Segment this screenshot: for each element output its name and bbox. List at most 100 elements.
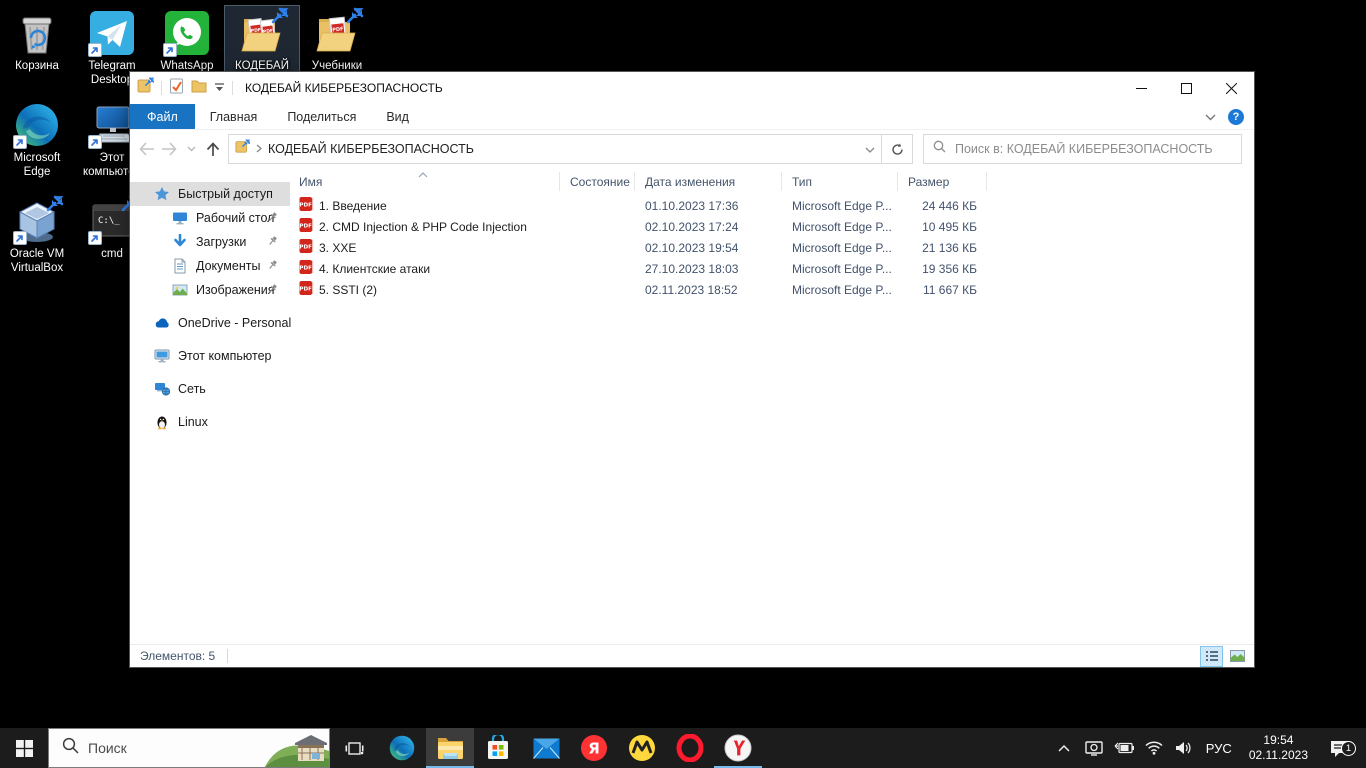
customize-qat-button[interactable]	[214, 79, 225, 97]
start-button[interactable]	[0, 728, 48, 768]
file-row[interactable]: PDF3. XXE 02.10.2023 19:54 Microsoft Edg…	[290, 237, 1254, 258]
tab-file[interactable]: Файл	[130, 104, 195, 129]
titlebar[interactable]: КОДЕБАЙ КИБЕРБЕЗОПАСНОСТЬ	[130, 72, 1254, 104]
new-folder-button[interactable]	[191, 79, 207, 98]
window-title: КОДЕБАЙ КИБЕРБЕЗОПАСНОСТЬ	[245, 81, 443, 95]
address-dropdown-icon[interactable]	[865, 140, 875, 158]
taskbar-yandex-icon[interactable]: Я	[570, 728, 618, 768]
sidebar-item-onedrive[interactable]: OneDrive - Personal	[130, 311, 290, 335]
desktop-icon-virtualbox[interactable]: Oracle VM VirtualBox	[0, 194, 74, 278]
taskbar-opera-icon[interactable]	[666, 728, 714, 768]
file-size: 19 356 КБ	[898, 262, 987, 276]
breadcrumb[interactable]: КОДЕБАЙ КИБЕРБЕЗОПАСНОСТЬ	[268, 142, 474, 156]
forward-button[interactable]	[158, 135, 180, 163]
desktop-icon-whatsapp[interactable]: WhatsApp	[150, 6, 224, 76]
sidebar-item-linux[interactable]: Linux	[130, 410, 290, 434]
file-name: 5. SSTI (2)	[319, 283, 377, 297]
sidebar-item-desktop[interactable]: Рабочий стол	[130, 206, 290, 230]
desktop-icon-label: Корзина	[15, 60, 59, 74]
taskbar-yandex-browser-icon[interactable]	[714, 728, 762, 768]
column-header-size[interactable]: Размер	[898, 172, 987, 191]
navigation-pane: Быстрый доступ Рабочий стол Загрузки Док…	[130, 168, 290, 644]
search-highlight-image[interactable]	[265, 729, 329, 767]
svg-text:PDF: PDF	[299, 245, 312, 251]
sidebar-item-documents[interactable]: Документы	[130, 254, 290, 278]
close-button[interactable]	[1209, 72, 1254, 104]
file-row[interactable]: PDF1. Введение 01.10.2023 17:36 Microsof…	[290, 195, 1254, 216]
show-hidden-icons-chevron[interactable]	[1053, 736, 1075, 760]
maximize-button[interactable]	[1164, 72, 1209, 104]
sidebar-item-label: Linux	[178, 415, 208, 429]
minimize-button[interactable]	[1119, 72, 1164, 104]
pin-icon	[267, 259, 278, 274]
file-name: 2. CMD Injection & PHP Code Injection	[319, 220, 527, 234]
file-row[interactable]: PDF4. Клиентские атаки 27.10.2023 18:03 …	[290, 258, 1254, 279]
expand-ribbon-button[interactable]	[1205, 108, 1216, 126]
volume-icon[interactable]	[1173, 736, 1195, 760]
sidebar-item-label: OneDrive - Personal	[178, 316, 291, 330]
search-input[interactable]	[955, 142, 1232, 156]
column-header-type[interactable]: Тип	[782, 172, 898, 191]
shortcut-arrow-icon	[88, 135, 102, 149]
svg-text:PDF: PDF	[299, 203, 312, 209]
sidebar-item-downloads[interactable]: Загрузки	[130, 230, 290, 254]
svg-text:PDF: PDF	[332, 26, 344, 33]
sidebar-item-pictures[interactable]: Изображения	[130, 278, 290, 302]
recent-locations-button[interactable]	[180, 135, 202, 163]
file-row[interactable]: PDF5. SSTI (2) 02.11.2023 18:52 Microsof…	[290, 279, 1254, 300]
desktop-icon-uchebniki[interactable]: PDF Учебники	[300, 6, 374, 76]
wifi-icon[interactable]	[1143, 736, 1165, 760]
tab-view[interactable]: Вид	[371, 104, 424, 129]
taskbar-store-icon[interactable]	[474, 728, 522, 768]
this-pc-icon	[88, 101, 136, 149]
file-row[interactable]: PDF 2. CMD Injection & PHP Code Injection…	[290, 216, 1254, 237]
svg-text:PDF: PDF	[299, 224, 312, 230]
thumbnails-view-button[interactable]	[1227, 647, 1248, 666]
taskbar-search[interactable]	[48, 728, 330, 768]
shortcut-arrow-icon	[163, 43, 177, 57]
downloads-icon	[172, 234, 188, 250]
file-size: 10 495 КБ	[898, 220, 987, 234]
language-indicator[interactable]: РУС	[1203, 741, 1235, 756]
up-button[interactable]	[202, 135, 224, 163]
refresh-button[interactable]	[882, 134, 913, 164]
address-bar[interactable]: КОДЕБАЙ КИБЕРБЕЗОПАСНОСТЬ	[228, 134, 882, 164]
properties-button[interactable]	[169, 78, 184, 99]
taskbar-explorer-icon[interactable]	[426, 728, 474, 768]
onedrive-icon	[154, 315, 170, 331]
taskbar-mail-icon[interactable]	[522, 728, 570, 768]
separator	[161, 81, 162, 95]
sidebar-item-network[interactable]: Сеть	[130, 377, 290, 401]
desktop-icon-kodebay[interactable]: PDF PDF КОДЕБАЙ	[225, 6, 299, 76]
tab-home[interactable]: Главная	[195, 104, 273, 129]
taskbar-search-input[interactable]	[88, 740, 238, 756]
sidebar-item-this-pc[interactable]: Этот компьютер	[130, 344, 290, 368]
file-date: 02.10.2023 17:24	[635, 220, 782, 234]
svg-text:PDF: PDF	[299, 287, 312, 293]
search-icon	[62, 737, 79, 759]
recycle-bin-icon	[13, 9, 61, 57]
back-button[interactable]	[136, 135, 158, 163]
battery-charging-icon[interactable]	[1113, 736, 1135, 760]
desktop-icon-recycle-bin[interactable]: Корзина	[0, 6, 74, 76]
help-button[interactable]: ?	[1228, 109, 1244, 125]
sidebar-item-label: Сеть	[178, 382, 206, 396]
column-header-status[interactable]: Состояние	[560, 172, 635, 191]
sidebar-item-quick-access[interactable]: Быстрый доступ	[130, 182, 290, 206]
desktop-icon-edge[interactable]: Microsoft Edge	[0, 98, 74, 182]
tab-share[interactable]: Поделиться	[272, 104, 371, 129]
status-bar: Элементов: 5	[130, 644, 1254, 667]
quick-access-star-icon	[154, 186, 170, 202]
action-center-button[interactable]: 1	[1322, 740, 1356, 757]
column-header-date[interactable]: Дата изменения	[635, 172, 782, 191]
clock[interactable]: 19:54 02.11.2023	[1243, 733, 1314, 763]
desktop-icon-label: Oracle VM VirtualBox	[0, 248, 74, 276]
task-view-button[interactable]	[330, 728, 378, 768]
taskbar-edge-icon[interactable]	[378, 728, 426, 768]
file-type: Microsoft Edge P...	[782, 283, 898, 297]
taskbar-m-yellow-icon[interactable]	[618, 728, 666, 768]
details-view-button[interactable]	[1201, 647, 1222, 666]
cast-display-icon[interactable]	[1083, 736, 1105, 760]
explorer-search[interactable]	[923, 134, 1242, 164]
desktop-icon-small	[172, 210, 188, 226]
